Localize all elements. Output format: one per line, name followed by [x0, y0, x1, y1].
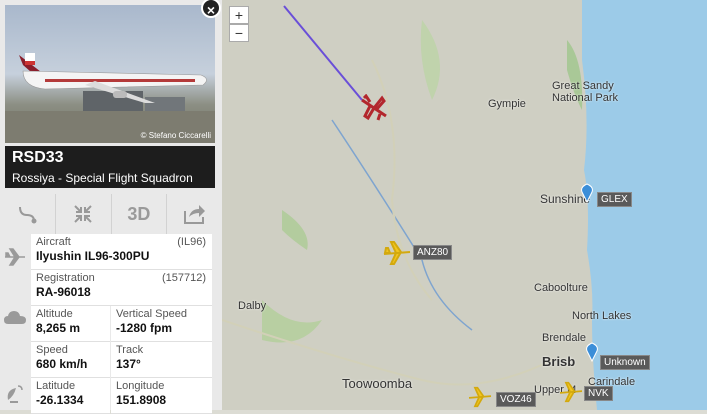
latitude-label: Latitude [36, 380, 76, 392]
route-icon [19, 206, 37, 224]
photo-credit: © Stefano Ciccarelli [140, 131, 211, 140]
fit-view-button[interactable] [56, 194, 112, 234]
place-brendale: Brendale [542, 332, 587, 344]
aircraft-icon[interactable] [558, 381, 584, 403]
weather-row-icon [0, 308, 30, 326]
longitude-cell: Longitude 151.8908 [111, 378, 212, 414]
satellite-dish-icon [7, 385, 23, 403]
flight-label-voz[interactable]: VOZ46 [496, 392, 536, 407]
flight-details: Aircraft (IL96) Ilyushin IL96-300PU Regi… [0, 234, 222, 414]
speed-value: 680 km/h [36, 357, 88, 371]
cloud-icon [4, 311, 26, 324]
3d-view-button[interactable]: 3D [112, 194, 168, 234]
selected-flight-icon[interactable] [360, 94, 388, 122]
flight-label-nvk[interactable]: NVK [584, 386, 613, 401]
place-great-sandy: Great Sandy National Park [552, 80, 619, 104]
flight-title-bar: RSD33 Rossiya - Special Flight Squadron [5, 146, 215, 188]
latitude-cell: Latitude -26.1334 [31, 378, 110, 414]
flight-map[interactable]: + − Great Sandy National Park Gympie Sun… [222, 0, 707, 410]
map-background [222, 0, 707, 410]
aircraft-photo: © Stefano Ciccarelli [5, 5, 215, 143]
map-pin-icon[interactable] [585, 342, 599, 362]
route-button[interactable] [0, 194, 56, 234]
longitude-label: Longitude [116, 380, 165, 392]
close-button[interactable]: × [201, 0, 221, 18]
flight-label-glex[interactable]: GLEX [597, 192, 632, 207]
speed-label: Speed [36, 344, 68, 356]
altitude-label: Altitude [36, 308, 73, 320]
collapse-arrows-icon [74, 205, 92, 223]
radar-row-icon [0, 382, 30, 404]
track-label: Track [116, 344, 144, 356]
aircraft-code: (IL96) [177, 236, 206, 248]
panel-toolbar: 3D [0, 194, 222, 234]
flight-info-panel: © Stefano Ciccarelli × RSD33 Rossiya - S… [0, 0, 222, 414]
registration-cell: Registration (157712) RA-96018 [31, 270, 212, 306]
latitude-value: -26.1334 [36, 393, 84, 407]
vertical-speed-cell: Vertical Speed -1280 fpm [111, 306, 212, 342]
track-value: 137° [116, 357, 141, 371]
aircraft-cell: Aircraft (IL96) Ilyushin IL96-300PU [31, 234, 212, 270]
track-cell: Track 137° [111, 342, 212, 378]
zoom-in-button[interactable]: + [229, 6, 249, 24]
airline-name: Rossiya - Special Flight Squadron [12, 171, 193, 185]
vertical-speed-value: -1280 fpm [116, 321, 173, 335]
plane-icon [5, 248, 25, 266]
aircraft-icon[interactable] [382, 240, 412, 266]
aircraft-row-icon [0, 246, 30, 268]
altitude-cell: Altitude 8,265 m [31, 306, 110, 342]
map-pin-icon[interactable] [580, 183, 594, 203]
flight-label-anz[interactable]: ANZ80 [413, 245, 453, 260]
aircraft-image [19, 53, 207, 103]
share-button[interactable] [167, 194, 222, 234]
aircraft-icon[interactable] [466, 386, 494, 408]
altitude-value: 8,265 m [36, 321, 81, 335]
share-icon [183, 205, 205, 224]
place-gympie: Gympie [488, 98, 526, 110]
place-brisbane: Brisb [542, 354, 576, 369]
flight-label-unknown[interactable]: Unknown [600, 355, 650, 370]
place-toowoomba: Toowoomba [342, 376, 413, 391]
vertical-speed-label: Vertical Speed [116, 308, 187, 320]
aircraft-value: Ilyushin IL96-300PU [36, 249, 150, 263]
place-north-lakes: North Lakes [572, 310, 632, 322]
place-caboolture: Caboolture [534, 282, 588, 294]
speed-cell: Speed 680 km/h [31, 342, 110, 378]
zoom-out-button[interactable]: − [229, 24, 249, 42]
registration-code: (157712) [161, 272, 206, 284]
place-dalby: Dalby [238, 300, 267, 312]
longitude-value: 151.8908 [116, 393, 167, 407]
flight-callsign: RSD33 [12, 149, 64, 166]
registration-value: RA-96018 [36, 285, 91, 299]
